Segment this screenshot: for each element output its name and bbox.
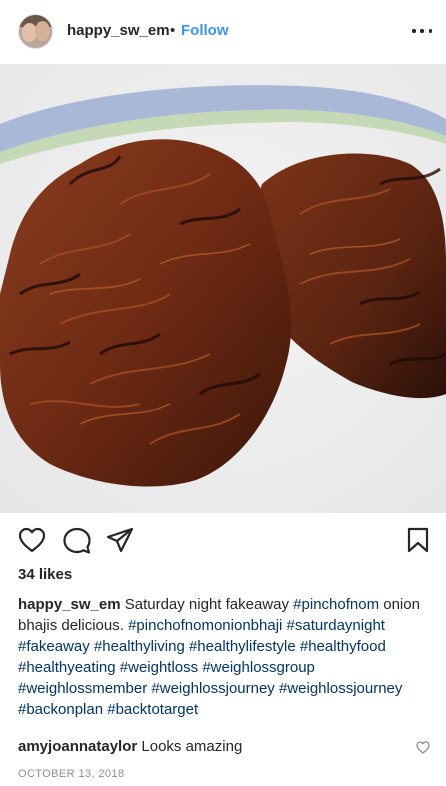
hashtag-link[interactable]: #pinchofnomonionbhaji bbox=[128, 617, 282, 634]
hashtag-link[interactable]: #weighlossjourney bbox=[151, 680, 274, 697]
food-photo-image bbox=[0, 64, 446, 513]
hashtag-link[interactable]: #healthylifestyle bbox=[189, 638, 296, 655]
hashtag-link[interactable]: #backtotarget bbox=[107, 701, 198, 718]
hashtag-link[interactable]: #backonplan bbox=[18, 701, 103, 718]
hashtag-link[interactable]: #weighlossgroup bbox=[202, 659, 315, 676]
hashtag-link[interactable]: #saturdaynight bbox=[287, 617, 385, 634]
separator-dot: • bbox=[170, 22, 176, 39]
post-photo[interactable] bbox=[0, 64, 446, 513]
comment-row: amyjoannataylor Looks amazing bbox=[18, 737, 408, 757]
hashtag-link[interactable]: #pinchofnom bbox=[293, 596, 379, 613]
post-username[interactable]: happy_sw_em bbox=[67, 22, 170, 39]
hashtag-link[interactable]: #fakeaway bbox=[18, 638, 90, 655]
comment-text: Looks amazing bbox=[141, 738, 243, 755]
caption-username[interactable]: happy_sw_em bbox=[18, 596, 121, 613]
hashtag-link[interactable]: #healthyeating bbox=[18, 659, 116, 676]
avatar[interactable] bbox=[18, 14, 53, 49]
action-bar bbox=[0, 513, 446, 565]
heart-icon[interactable] bbox=[18, 527, 46, 553]
hashtag-link[interactable]: #healthyfood bbox=[300, 638, 386, 655]
comment-username[interactable]: amyjoannataylor bbox=[18, 738, 137, 755]
post-header: happy_sw_em • Follow bbox=[0, 0, 446, 64]
bookmark-icon[interactable] bbox=[407, 527, 429, 553]
likes-count[interactable]: 34 likes bbox=[18, 566, 72, 583]
hashtag-link[interactable]: #healthyliving bbox=[94, 638, 185, 655]
more-options-icon[interactable] bbox=[412, 24, 432, 38]
share-icon[interactable] bbox=[106, 527, 134, 553]
post-date: OCTOBER 13, 2018 bbox=[18, 768, 125, 780]
hashtag-link[interactable]: #weighlossjourney bbox=[279, 680, 402, 697]
comment-icon[interactable] bbox=[63, 527, 91, 555]
post-caption: happy_sw_em Saturday night fakeaway #pin… bbox=[18, 594, 430, 720]
comment-heart-icon[interactable] bbox=[416, 741, 430, 754]
hashtag-link[interactable]: #weightloss bbox=[120, 659, 198, 676]
hashtag-link[interactable]: #weighlossmember bbox=[18, 680, 147, 697]
caption-text: Saturday night fakeaway bbox=[124, 596, 289, 613]
follow-button[interactable]: Follow bbox=[181, 22, 229, 39]
